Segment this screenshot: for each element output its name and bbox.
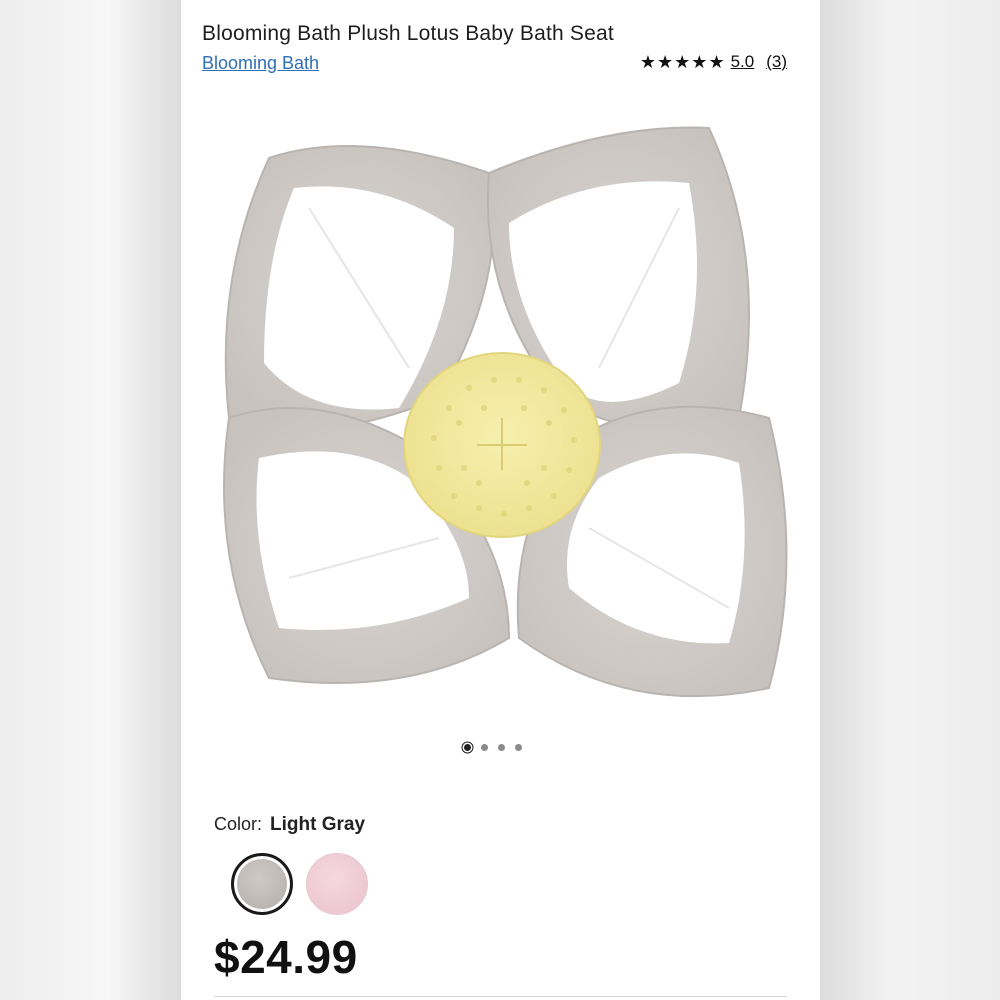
page-background-right [819, 0, 1000, 1000]
star-icon: ★ [674, 52, 691, 72]
page-background-left [0, 0, 181, 1000]
rating-score[interactable]: 5.0 [731, 52, 755, 72]
star-icon: ★ [639, 52, 657, 72]
carousel-pagination [464, 744, 522, 751]
divider [214, 996, 787, 997]
color-swatch-light-gray[interactable] [231, 853, 293, 915]
rating-stars: ★ ★ ★ ★ ★ [640, 53, 725, 71]
product-card: Blooming Bath Plush Lotus Baby Bath Seat… [181, 0, 820, 1000]
product-title: Blooming Bath Plush Lotus Baby Bath Seat [202, 22, 614, 45]
product-image-lotus-seat[interactable] [209, 118, 799, 718]
star-icon: ★ [708, 52, 725, 72]
color-label: Color: Light Gray [214, 814, 365, 836]
carousel-dot-4[interactable] [515, 744, 522, 751]
selected-color-name: Light Gray [270, 814, 366, 835]
color-label-text: Color: [214, 814, 263, 834]
carousel-dot-2[interactable] [481, 744, 488, 751]
product-price: $24.99 [214, 931, 358, 983]
review-count-link[interactable]: (3) [766, 52, 787, 72]
color-swatch-pink[interactable] [306, 853, 368, 915]
lotus-center-cushion [403, 352, 601, 538]
brand-link[interactable]: Blooming Bath [202, 53, 319, 74]
carousel-dot-3[interactable] [498, 744, 505, 751]
star-icon: ★ [657, 52, 674, 72]
star-icon: ★ [691, 52, 708, 72]
rating-summary: ★ ★ ★ ★ ★ 5.0 (3) [640, 52, 787, 72]
carousel-dot-1[interactable] [464, 744, 471, 751]
